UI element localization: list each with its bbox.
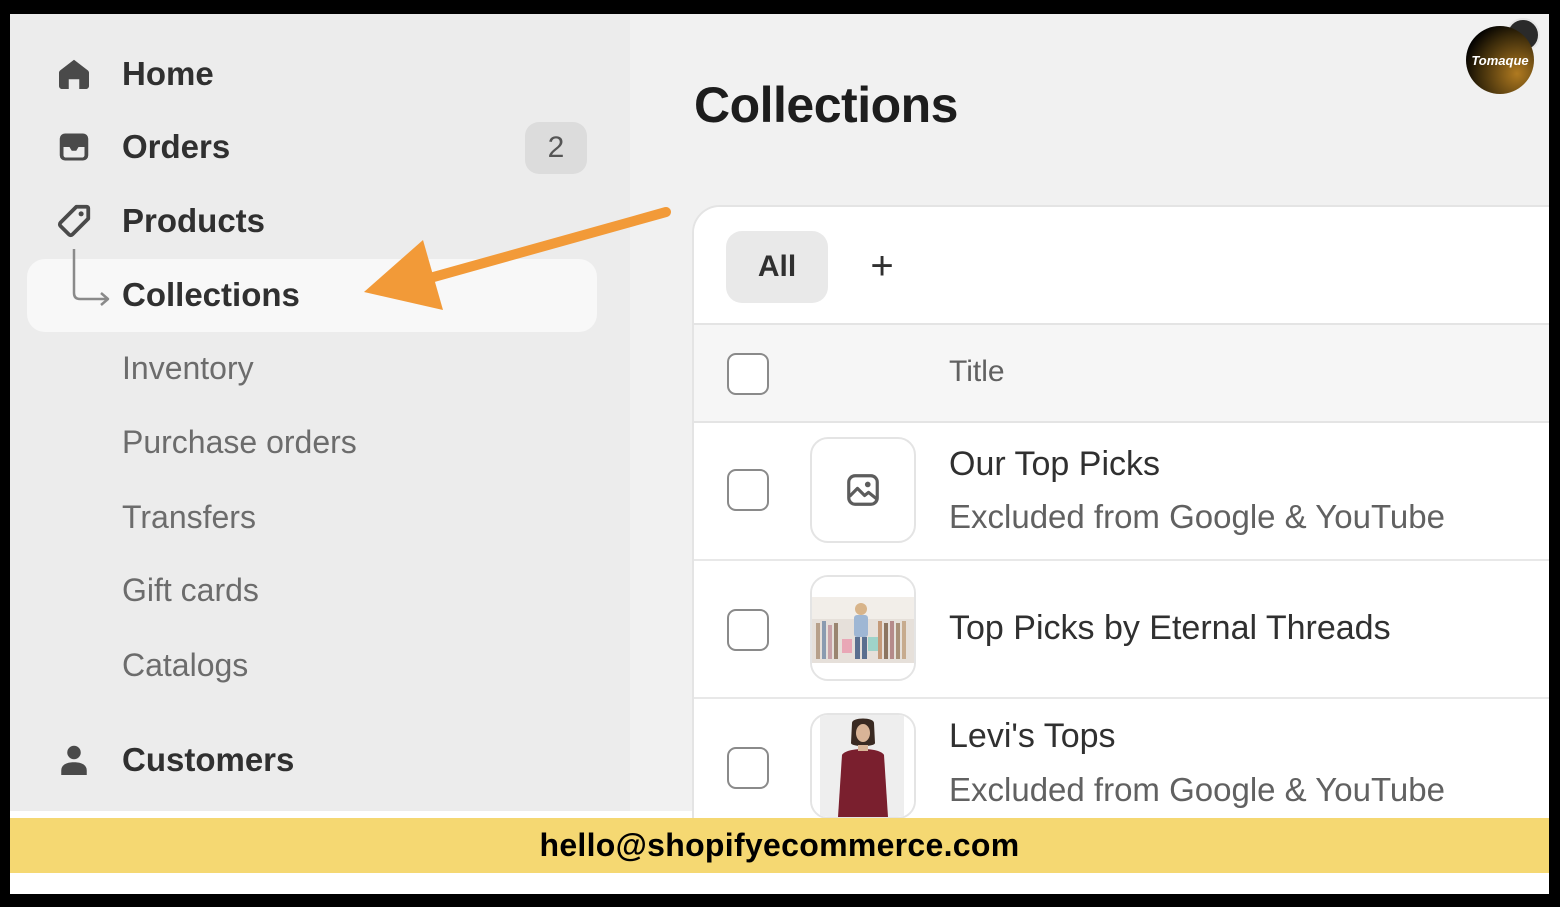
screenshot-frame: Home Orders 2 Products Collections Inven… — [10, 14, 1549, 894]
sidebar-item-label: Orders — [122, 128, 231, 165]
collections-card: All + Title Our Top Picks Excluded from … — [692, 205, 1549, 869]
store-photo — [812, 577, 914, 679]
collection-title[interactable]: Our Top Picks — [949, 445, 1160, 484]
add-view-button[interactable]: + — [859, 243, 905, 289]
sidebar: Home Orders 2 Products Collections Inven… — [10, 14, 630, 811]
tab-all[interactable]: All — [726, 231, 828, 303]
orders-count-badge: 2 — [525, 122, 587, 174]
person-icon — [54, 740, 94, 780]
image-placeholder-icon — [847, 474, 879, 506]
sidebar-item-label: Products — [122, 202, 266, 239]
sidebar-item-collections[interactable]: Collections — [54, 270, 300, 320]
home-icon — [54, 54, 94, 94]
main-content: Collections Tomaque All + Title Our Top … — [630, 14, 1549, 869]
table-header: Title — [694, 325, 1549, 423]
collection-subtitle: Excluded from Google & YouTube — [949, 498, 1445, 535]
row-checkbox[interactable] — [727, 469, 769, 511]
collection-title[interactable]: Top Picks by Eternal Threads — [949, 609, 1391, 648]
collection-thumbnail — [810, 713, 916, 819]
sidebar-item-inventory[interactable]: Inventory — [122, 350, 254, 387]
collection-thumbnail — [810, 575, 916, 681]
contact-email[interactable]: hello@shopifyecommerce.com — [539, 827, 1019, 864]
table-row[interactable]: Top Picks by Eternal Threads — [694, 561, 1549, 699]
column-header-title[interactable]: Title — [949, 355, 1005, 389]
sidebar-item-home[interactable]: Home — [54, 49, 214, 99]
collection-title[interactable]: Levi's Tops — [949, 717, 1116, 756]
avatar[interactable]: Tomaque — [1466, 26, 1534, 94]
tab-bar: All + — [694, 207, 1549, 325]
row-checkbox[interactable] — [727, 747, 769, 789]
inbox-icon — [54, 127, 94, 167]
model-photo — [812, 715, 914, 817]
row-checkbox[interactable] — [727, 609, 769, 651]
sidebar-item-catalogs[interactable]: Catalogs — [122, 647, 248, 684]
tag-icon — [54, 201, 94, 241]
sidebar-item-customers[interactable]: Customers — [54, 735, 294, 785]
sidebar-item-label: Collections — [122, 276, 300, 313]
page-title: Collections — [694, 77, 958, 133]
select-all-checkbox[interactable] — [727, 353, 769, 395]
collection-thumbnail — [810, 437, 916, 543]
avatar-text: Tomaque — [1471, 52, 1529, 68]
sidebar-item-transfers[interactable]: Transfers — [122, 499, 256, 536]
sidebar-item-products[interactable]: Products — [54, 196, 265, 246]
table-row[interactable]: Our Top Picks Excluded from Google & You… — [694, 423, 1549, 561]
sidebar-item-orders[interactable]: Orders — [54, 122, 230, 172]
contact-banner: hello@shopifyecommerce.com — [10, 818, 1549, 873]
sidebar-item-purchase-orders[interactable]: Purchase orders — [122, 424, 357, 461]
sidebar-item-label: Home — [122, 55, 214, 92]
collection-subtitle: Excluded from Google & YouTube — [949, 771, 1445, 808]
sidebar-item-label: Customers — [122, 741, 295, 778]
sidebar-item-gift-cards[interactable]: Gift cards — [122, 572, 259, 609]
